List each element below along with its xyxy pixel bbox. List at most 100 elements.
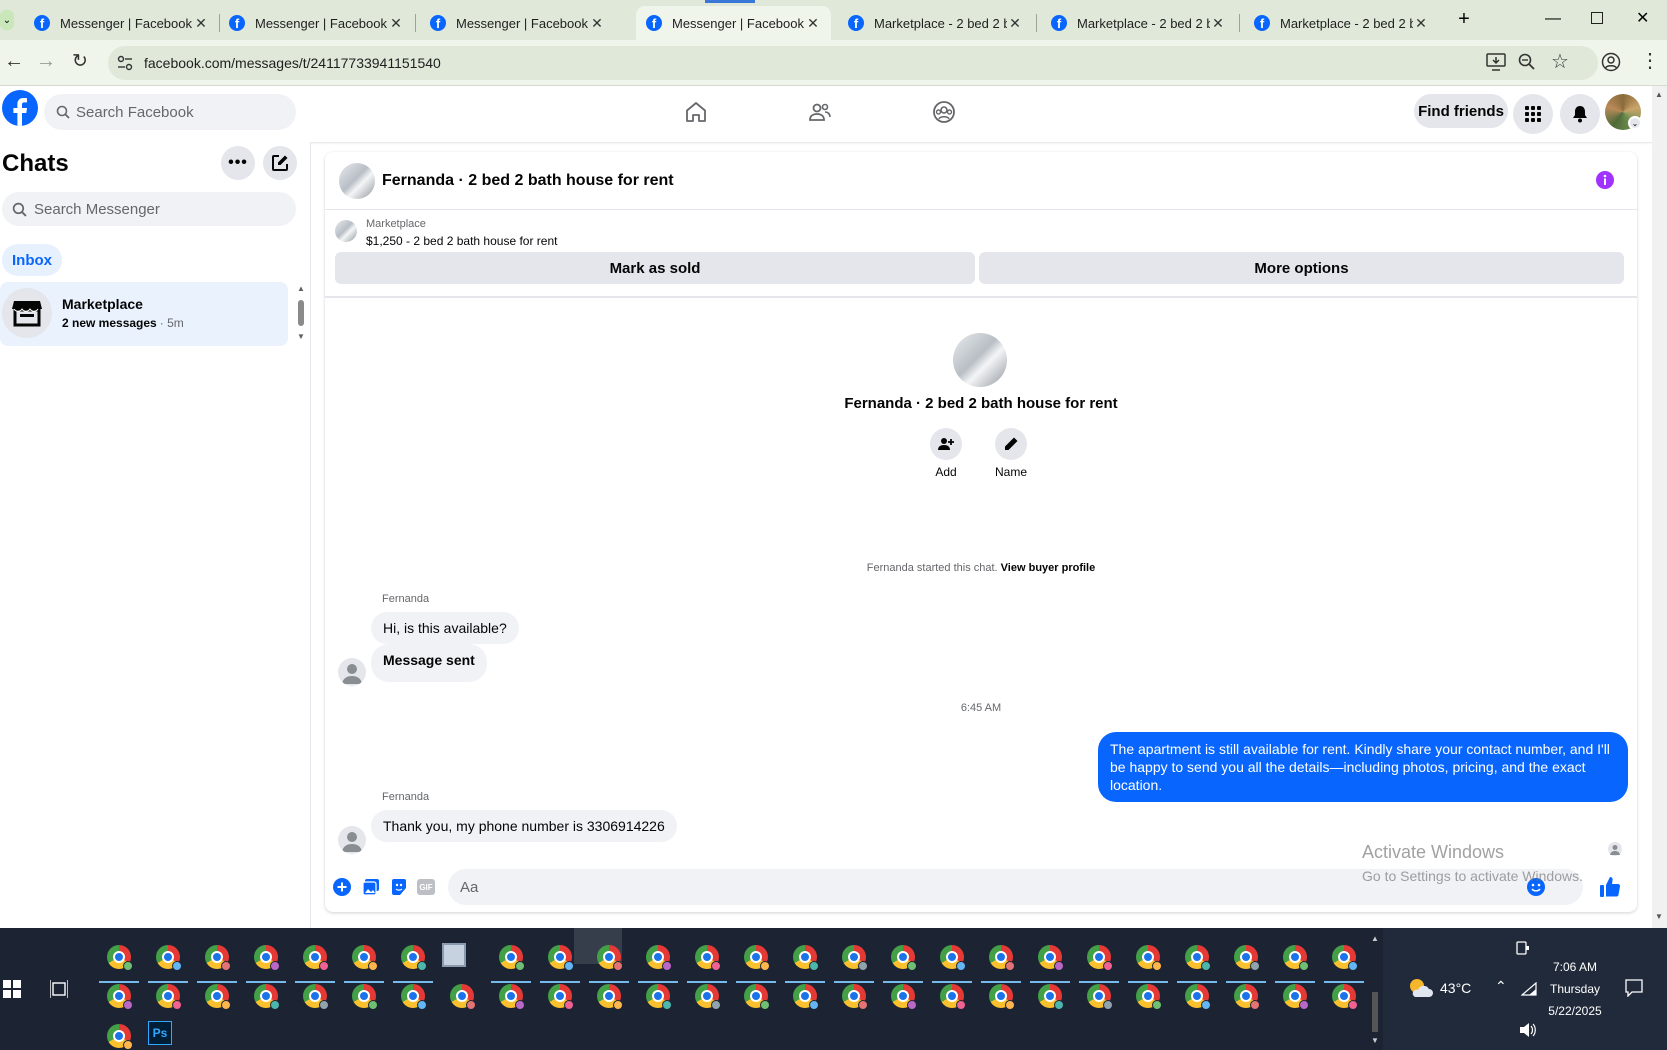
menu-grid-button[interactable] <box>1513 94 1553 134</box>
clock-day[interactable]: Thursday <box>1540 982 1610 996</box>
chrome-profile-icon[interactable] <box>1087 984 1113 1010</box>
chrome-profile-icon[interactable] <box>646 945 672 971</box>
meet-now-icon[interactable] <box>1516 940 1530 958</box>
clock-date[interactable]: 5/22/2025 <box>1540 1004 1610 1018</box>
more-actions-plus-icon[interactable] <box>333 878 351 896</box>
chrome-profile-icon[interactable] <box>989 984 1015 1010</box>
chrome-profile-icon[interactable] <box>793 945 819 971</box>
name-chat-button[interactable] <box>995 428 1027 460</box>
bookmark-star-icon[interactable]: ☆ <box>1551 49 1569 74</box>
add-people-button[interactable] <box>930 428 962 460</box>
scroll-down-arrow-icon[interactable]: ▼ <box>297 332 305 341</box>
close-tab-icon[interactable]: ✕ <box>1007 15 1023 32</box>
chrome-profile-icon[interactable] <box>842 945 868 971</box>
chrome-profile-icon[interactable] <box>548 945 574 971</box>
task-view-icon[interactable] <box>50 980 68 998</box>
incoming-message[interactable]: Thank you, my phone number is 3306914226 <box>371 810 677 842</box>
show-hidden-icons-chevron-icon[interactable]: ⌃ <box>1495 978 1507 995</box>
groups-nav-icon[interactable] <box>932 100 956 124</box>
sidebar-scroll-thumb[interactable] <box>298 300 304 326</box>
browser-tab[interactable]: f Messenger | Facebook ✕ <box>420 6 615 40</box>
chrome-profile-icon[interactable] <box>254 984 280 1010</box>
close-tab-icon[interactable]: ✕ <box>388 15 404 32</box>
sidebar-scrollbar[interactable]: ▲ ▼ <box>297 284 305 344</box>
minimize-window-icon[interactable]: — <box>1545 10 1561 28</box>
browser-tab[interactable]: f Marketplace - 2 bed 2 ba ✕ <box>1041 6 1236 40</box>
chrome-profile-icon[interactable] <box>1332 984 1358 1010</box>
home-nav-icon[interactable] <box>684 100 708 124</box>
chrome-profile-icon[interactable] <box>793 984 819 1010</box>
chrome-profile-icon[interactable] <box>744 945 770 971</box>
page-scrollbar[interactable]: ▲ ▼ <box>1652 86 1667 928</box>
weather-temperature[interactable]: 43°C <box>1440 980 1471 996</box>
close-tab-icon[interactable]: ✕ <box>1210 15 1226 32</box>
incoming-message[interactable]: Message sent <box>371 644 487 682</box>
chrome-profile-icon[interactable] <box>107 945 133 971</box>
friends-nav-icon[interactable] <box>808 100 832 124</box>
chrome-profile-icon[interactable] <box>352 984 378 1010</box>
notification-center-icon[interactable] <box>1625 979 1643 997</box>
windows-start-icon[interactable] <box>3 980 21 998</box>
chrome-profile-icon[interactable] <box>940 984 966 1010</box>
chrome-profile-icon[interactable] <box>1283 945 1309 971</box>
clock-time[interactable]: 7:06 AM <box>1540 960 1610 974</box>
network-wifi-icon[interactable] <box>1521 982 1537 996</box>
taskbar-scroll-thumb[interactable] <box>1372 992 1378 1032</box>
scroll-down-arrow-icon[interactable]: ▼ <box>1655 912 1663 921</box>
chat-avatar[interactable] <box>339 163 375 199</box>
find-friends-button[interactable]: Find friends <box>1414 94 1508 128</box>
chrome-profile-icon[interactable] <box>1234 984 1260 1010</box>
site-settings-icon[interactable] <box>117 55 133 71</box>
more-options-button[interactable]: More options <box>979 252 1624 284</box>
close-tab-icon[interactable]: ✕ <box>1413 15 1429 32</box>
thumbs-up-icon[interactable] <box>1599 876 1621 898</box>
browser-tab-active[interactable]: f Messenger | Facebook ✕ <box>636 6 831 40</box>
chrome-profile-icon[interactable] <box>1234 945 1260 971</box>
weather-sun-cloud-icon[interactable] <box>1407 977 1433 999</box>
reload-icon[interactable]: ↻ <box>72 50 88 73</box>
chrome-profile-icon[interactable] <box>695 945 721 971</box>
close-tab-icon[interactable]: ✕ <box>193 15 209 32</box>
inbox-filter-tab[interactable]: Inbox <box>2 244 62 276</box>
sticker-icon[interactable] <box>390 878 408 896</box>
scroll-up-arrow-icon[interactable]: ▲ <box>297 284 305 293</box>
chrome-profile-icon[interactable] <box>646 984 672 1010</box>
mark-as-sold-button[interactable]: Mark as sold <box>335 252 975 284</box>
facebook-search-input[interactable]: Search Facebook <box>44 94 296 130</box>
chrome-profile-icon[interactable] <box>156 984 182 1010</box>
intro-avatar[interactable] <box>953 333 1007 387</box>
chrome-profile-icon[interactable] <box>1038 984 1064 1010</box>
tab-search-chevron-icon[interactable]: ⌄ <box>0 10 14 30</box>
chrome-profile-icon[interactable] <box>205 945 231 971</box>
outgoing-message[interactable]: The apartment is still available for ren… <box>1098 732 1628 802</box>
chrome-profile-icon[interactable] <box>401 984 427 1010</box>
chrome-profile-icon[interactable] <box>1185 945 1211 971</box>
forward-arrow-icon[interactable]: → <box>36 50 56 73</box>
listing-summary[interactable]: $1,250 - 2 bed 2 bath house for rent <box>366 234 557 248</box>
photoshop-icon[interactable]: Ps <box>148 1021 172 1045</box>
chrome-profile-icon[interactable] <box>597 945 623 971</box>
scroll-up-arrow-icon[interactable]: ▲ <box>1371 934 1379 943</box>
browser-menu-icon[interactable]: ⋮ <box>1640 48 1660 73</box>
browser-tab[interactable]: f Messenger | Facebook ✕ <box>24 6 219 40</box>
chrome-profile-icon[interactable] <box>499 945 525 971</box>
messenger-search-input[interactable]: Search Messenger <box>2 192 296 226</box>
chrome-profile-icon[interactable] <box>107 1024 133 1050</box>
chrome-profile-icon[interactable] <box>1136 945 1162 971</box>
chrome-profile-icon[interactable] <box>156 945 182 971</box>
maximize-window-icon[interactable] <box>1591 12 1603 24</box>
chrome-profile-icon[interactable] <box>499 984 525 1010</box>
conversation-info-icon[interactable] <box>1595 170 1615 190</box>
pinned-app-icon[interactable] <box>442 943 466 967</box>
attach-photo-icon[interactable] <box>362 878 380 896</box>
chrome-profile-icon[interactable] <box>891 945 917 971</box>
install-app-icon[interactable] <box>1486 53 1506 71</box>
close-window-icon[interactable]: ✕ <box>1636 8 1649 28</box>
browser-tab[interactable]: f Marketplace - 2 bed 2 ba ✕ <box>838 6 1033 40</box>
chrome-profile-icon[interactable] <box>1332 945 1358 971</box>
view-buyer-profile-link[interactable]: View buyer profile <box>1001 562 1096 574</box>
chrome-profile-icon[interactable] <box>450 984 476 1010</box>
chrome-profile-icon[interactable] <box>1136 984 1162 1010</box>
chrome-profile-icon[interactable] <box>891 984 917 1010</box>
notifications-button[interactable] <box>1560 94 1600 134</box>
